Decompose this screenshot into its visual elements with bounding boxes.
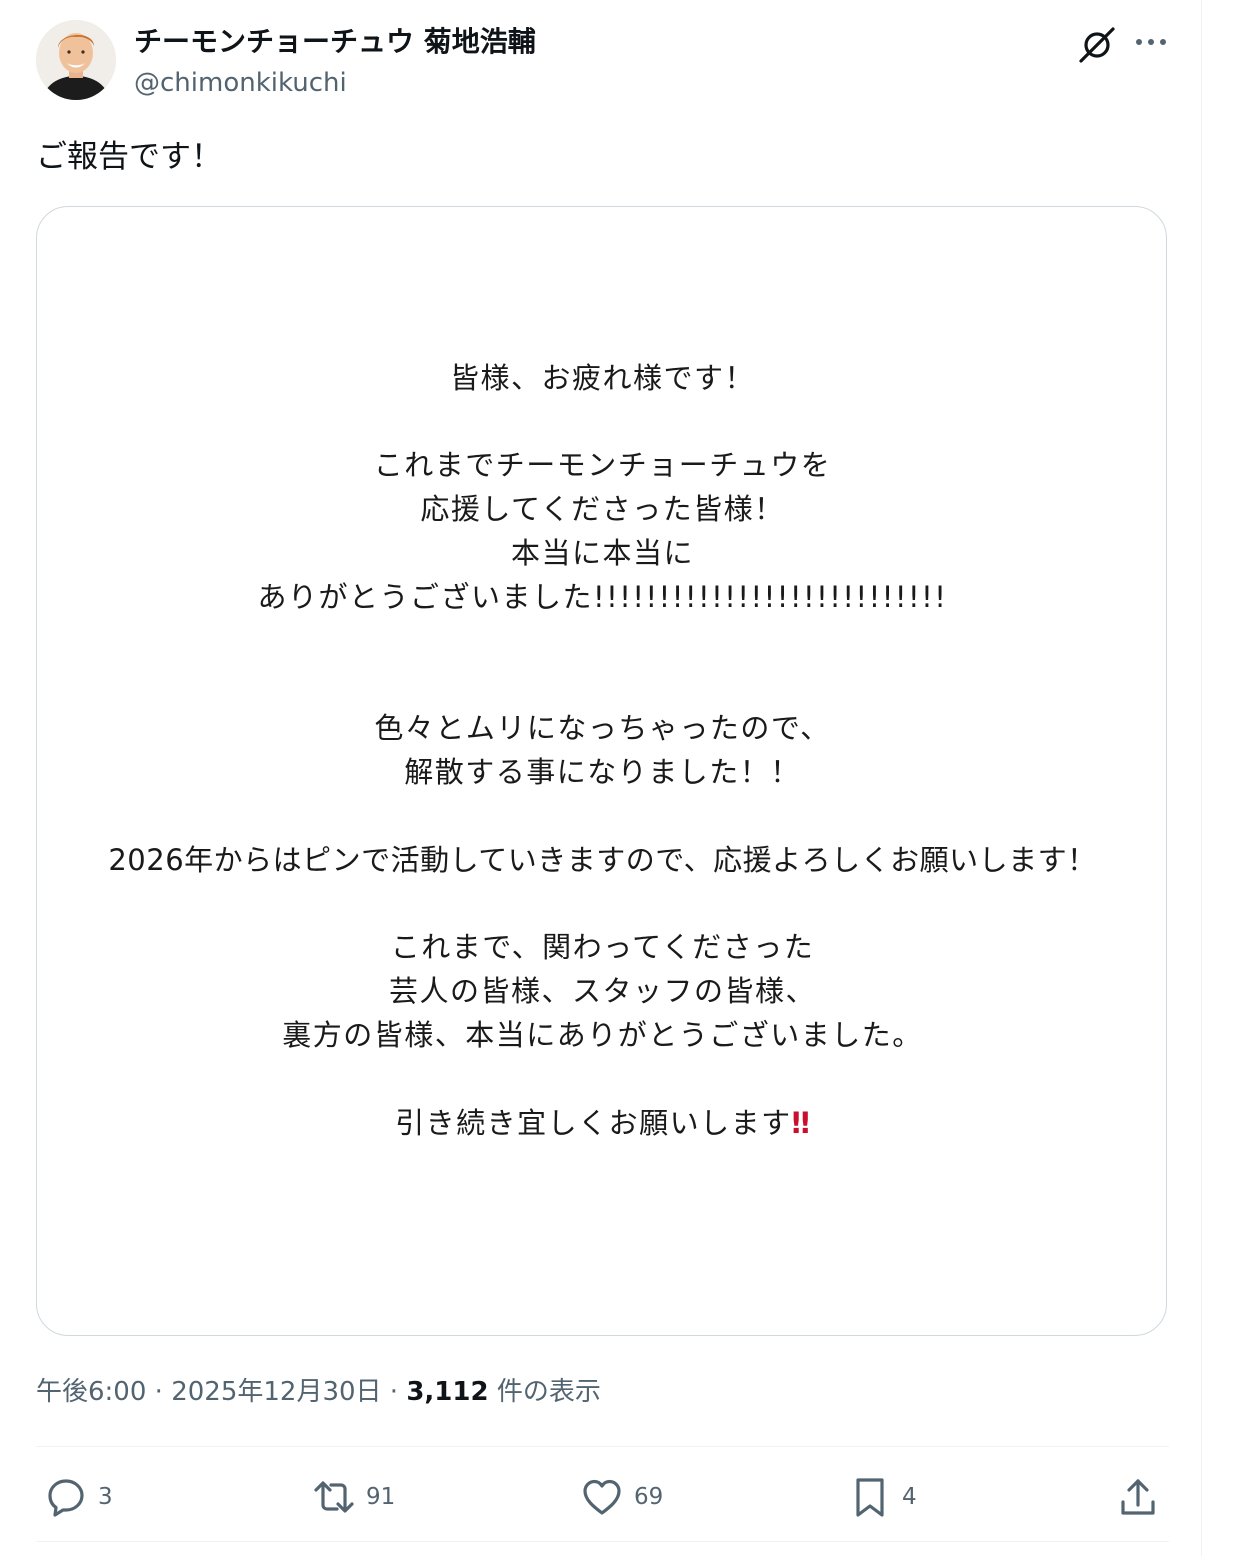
repost-button[interactable]: 91: [312, 1473, 395, 1521]
notice-line: ありがとうございました!!!!!!!!!!!!!!!!!!!!!!!!!!!: [257, 580, 948, 614]
repost-icon: [314, 1481, 354, 1513]
more-icon: [1136, 39, 1166, 45]
post-meta: 午後6:00 · 2025年12月30日 · 3,112 件の表示: [36, 1374, 601, 1410]
notice-line: 芸人の皆様、スタッフの皆様、: [388, 974, 816, 1008]
notice-line: 皆様、お疲れ様です！: [449, 361, 755, 395]
share-button[interactable]: [1116, 1473, 1160, 1521]
bookmark-count: 4: [902, 1484, 917, 1510]
notice-line: これまで、関わってくださった: [390, 930, 815, 964]
notice-line: 裏方の皆様、本当にありがとうございました。: [282, 1018, 923, 1052]
like-button[interactable]: 69: [580, 1473, 663, 1521]
reply-button[interactable]: 3: [44, 1473, 113, 1521]
notice-line: 2026年からはピンで活動していきますので、応援よろしくお願いします！: [108, 843, 1097, 877]
meta-separator: ·: [389, 1377, 399, 1407]
author-handle[interactable]: @chimonkikuchi: [134, 66, 347, 100]
bookmark-button[interactable]: 4: [848, 1473, 917, 1521]
views-count: 3,112: [406, 1377, 489, 1407]
reply-icon: [48, 1479, 84, 1517]
notice-line: これまでチーモンチョーチュウを: [373, 448, 832, 482]
column-border: [1201, 0, 1202, 1556]
notice-line: 引き続き宜しくお願いします: [395, 1106, 792, 1140]
meta-separator: ·: [154, 1377, 163, 1407]
notice-line: 本当に本当に: [510, 536, 694, 570]
share-icon: [1121, 1479, 1155, 1515]
grok-icon: [1079, 27, 1115, 63]
post-time[interactable]: 午後6:00: [36, 1377, 146, 1407]
avatar-image: [36, 20, 116, 100]
notice-closing-line: 引き続き宜しくお願いします‼: [37, 1103, 1168, 1143]
author-display-name[interactable]: チーモンチョーチュウ 菊地浩輔: [134, 24, 536, 60]
divider: [36, 1541, 1169, 1542]
notice-line: 応援してくださった皆様！: [420, 492, 785, 526]
divider: [36, 1446, 1169, 1447]
heart-icon: [583, 1479, 621, 1515]
like-count: 69: [634, 1484, 664, 1510]
reply-count: 3: [98, 1484, 113, 1510]
grok-button[interactable]: [1074, 22, 1120, 68]
post-date[interactable]: 2025年12月30日: [171, 1377, 381, 1407]
double-exclamation-emoji: ‼: [791, 1106, 810, 1140]
views-label: 件の表示: [496, 1377, 601, 1407]
notice-line: 解散する事になりました！！: [404, 755, 801, 789]
more-button[interactable]: [1128, 22, 1174, 62]
post-image-card[interactable]: 皆様、お疲れ様です！ これまでチーモンチョーチュウを 応援してくださった皆様！ …: [36, 206, 1167, 1336]
avatar[interactable]: [36, 20, 116, 100]
repost-count: 91: [366, 1484, 396, 1510]
bookmark-icon: [856, 1478, 884, 1517]
post-text: ご報告です！: [36, 139, 222, 175]
notice-line: 色々とムリになっちゃったので、: [374, 711, 831, 745]
